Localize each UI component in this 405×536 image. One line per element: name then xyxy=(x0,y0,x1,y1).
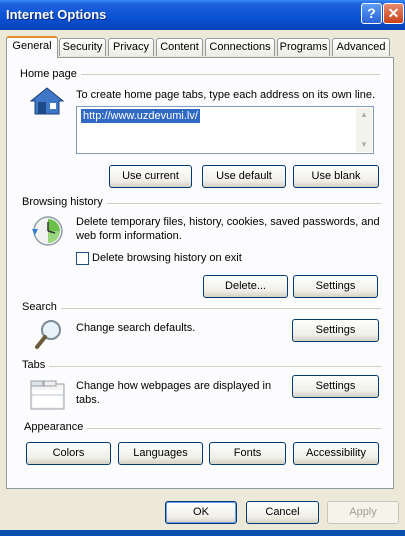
delete-on-exit-checkbox[interactable] xyxy=(76,252,89,265)
tabs-divider xyxy=(22,366,382,367)
delete-button[interactable]: Delete... xyxy=(203,275,288,298)
home-page-url-input[interactable]: http://www.uzdevumi.lv/ ▲ ▼ xyxy=(76,106,374,154)
close-button[interactable]: ✕ xyxy=(383,3,404,24)
browsing-history-description: Delete temporary files, history, cookies… xyxy=(76,216,380,242)
ok-button[interactable]: OK xyxy=(165,501,237,524)
use-default-button[interactable]: Use default xyxy=(202,165,286,188)
house-icon xyxy=(29,86,65,119)
tabs-description: Change how webpages are displayed in tab… xyxy=(76,380,272,406)
appearance-title: Appearance xyxy=(24,421,88,433)
tabs-settings-button[interactable]: Settings xyxy=(292,375,379,398)
fonts-button[interactable]: Fonts xyxy=(209,442,286,465)
use-blank-button[interactable]: Use blank xyxy=(293,165,379,188)
browsing-history-settings-button[interactable]: Settings xyxy=(293,275,378,298)
window-bottom-edge xyxy=(0,530,405,536)
tab-connections[interactable]: Connections xyxy=(205,38,275,56)
window-title: Internet Options xyxy=(6,7,107,22)
tab-privacy[interactable]: Privacy xyxy=(108,38,154,56)
accessibility-button[interactable]: Accessibility xyxy=(293,442,379,465)
home-page-title: Home page xyxy=(20,68,81,80)
tab-programs[interactable]: Programs xyxy=(277,38,330,56)
languages-button[interactable]: Languages xyxy=(118,442,203,465)
scroll-down-icon[interactable]: ▼ xyxy=(356,138,372,152)
cancel-button[interactable]: Cancel xyxy=(246,501,319,524)
colors-button[interactable]: Colors xyxy=(26,442,111,465)
home-page-url-text: http://www.uzdevumi.lv/ xyxy=(81,109,200,123)
search-settings-button[interactable]: Settings xyxy=(292,319,379,342)
search-description: Change search defaults. xyxy=(76,322,196,334)
apply-button: Apply xyxy=(327,501,399,524)
tab-advanced[interactable]: Advanced xyxy=(332,38,390,56)
browsing-history-title: Browsing history xyxy=(22,196,107,208)
scroll-up-icon[interactable]: ▲ xyxy=(356,108,372,122)
tabbed-window-icon xyxy=(30,380,66,413)
tab-security[interactable]: Security xyxy=(59,38,106,56)
tab-general[interactable]: General xyxy=(6,36,58,58)
delete-on-exit-label[interactable]: Delete browsing history on exit xyxy=(92,251,242,265)
tabs-title: Tabs xyxy=(22,359,50,371)
magnifier-icon xyxy=(34,318,64,353)
url-scrollbar[interactable]: ▲ ▼ xyxy=(356,108,372,152)
search-divider xyxy=(22,308,382,309)
tab-content[interactable]: Content xyxy=(156,38,203,56)
search-title: Search xyxy=(22,301,61,313)
home-page-description: To create home page tabs, type each addr… xyxy=(76,89,376,101)
help-button[interactable]: ? xyxy=(361,3,382,24)
history-clock-icon xyxy=(30,215,66,250)
title-bar[interactable]: Internet Options ? ✕ xyxy=(0,0,405,30)
use-current-button[interactable]: Use current xyxy=(109,165,192,188)
